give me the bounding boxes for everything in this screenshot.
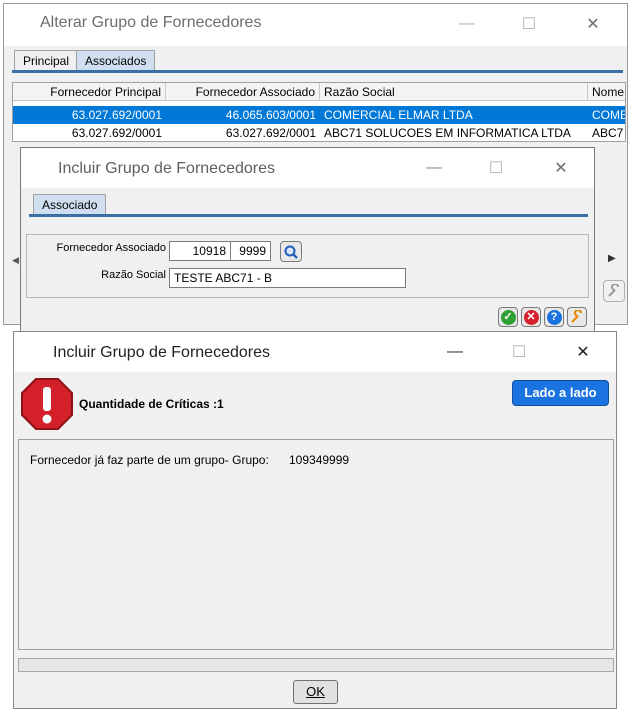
scroll-right-arrow[interactable]: ▶ — [608, 253, 622, 267]
razao-social-label: Razão Social — [101, 269, 166, 281]
help-icon[interactable]: ? — [544, 307, 564, 327]
incluir-form-titlebar: Incluir Grupo de Fornecedores — ☐ ✕ — [21, 148, 594, 188]
minimize-button[interactable]: — — [432, 334, 478, 370]
alterar-titlebar: Alterar Grupo de Fornecedores — ☐ ✕ — [4, 4, 627, 46]
table-cell[interactable]: ABC7 — [588, 124, 625, 141]
incluir-form-window: Incluir Grupo de Fornecedores — ☐ ✕ Asso… — [20, 147, 595, 333]
close-button[interactable]: ✕ — [538, 150, 584, 186]
criticas-titlebar: Incluir Grupo de Fornecedores — ☐ ✕ — [14, 332, 616, 372]
tab-associados[interactable]: Associados — [76, 50, 156, 70]
fornecedor-code-field[interactable]: 10918 — [169, 241, 231, 261]
maximize-button[interactable]: ☐ — [506, 6, 552, 42]
criticas-window: Incluir Grupo de Fornecedores — ☐ ✕ Quan… — [13, 331, 617, 709]
criticas-heading: Quantidade de Críticas :1 — [79, 397, 224, 411]
alterar-title: Alterar Grupo de Fornecedores — [40, 14, 262, 31]
tab-associado[interactable]: Associado — [33, 194, 107, 215]
column-header-nome[interactable]: Nome — [588, 83, 625, 101]
razao-social-field[interactable]: TESTE ABC71 - B — [169, 268, 406, 288]
maximize-button[interactable]: ☐ — [473, 150, 519, 186]
column-header-fornecedor-associado[interactable]: Fornecedor Associado — [166, 83, 320, 101]
critical-warning-icon — [21, 378, 73, 430]
table-cell[interactable]: COMERCIAL ELMAR LTDA — [320, 106, 588, 124]
fornecedor-branch-field[interactable]: 9999 — [230, 241, 271, 261]
critica-message: Fornecedor já faz parte de um grupo- Gru… — [30, 453, 269, 467]
search-icon[interactable] — [280, 241, 302, 262]
minimize-button[interactable]: — — [411, 150, 457, 186]
column-header-fornecedor-principal[interactable]: Fornecedor Principal — [13, 83, 166, 101]
column-header-razao-social[interactable]: Razão Social — [320, 83, 588, 101]
table-cell[interactable]: ABC71 SOLUCOES EM INFORMATICA LTDA — [320, 124, 588, 141]
maximize-button[interactable]: ☐ — [496, 334, 542, 370]
critica-group-value: 109349999 — [289, 453, 350, 467]
table-cell[interactable]: 63.027.692/0001 — [13, 106, 166, 124]
criticas-title: Incluir Grupo de Fornecedores — [53, 344, 270, 361]
ok-button[interactable]: OK — [293, 680, 338, 704]
table-cell[interactable]: 63.027.692/0001 — [13, 124, 166, 141]
fornecedor-associado-label: Fornecedor Associado — [56, 242, 166, 254]
tab-principal[interactable]: Principal — [14, 50, 79, 70]
wrench-icon[interactable] — [603, 280, 625, 302]
incluir-form-title: Incluir Grupo de Fornecedores — [58, 160, 275, 177]
table-cell[interactable]: 63.027.692/0001 — [166, 124, 320, 141]
wrench-icon[interactable] — [567, 307, 587, 327]
criticas-list: Fornecedor já faz parte de um grupo- Gru… — [18, 439, 614, 650]
tab-underline — [12, 70, 623, 73]
close-button[interactable]: ✕ — [570, 6, 616, 42]
table-cell[interactable]: COME — [588, 106, 625, 124]
status-bar — [18, 658, 614, 672]
table-cell[interactable]: 46.065.603/0001 — [166, 106, 320, 124]
minimize-button[interactable]: — — [444, 6, 490, 42]
tab-underline — [29, 214, 588, 217]
associados-table: Fornecedor Principal Fornecedor Associad… — [12, 82, 626, 142]
confirm-icon[interactable]: ✓ — [498, 307, 518, 327]
cancel-icon[interactable]: ✕ — [521, 307, 541, 327]
lado-a-lado-button[interactable]: Lado a lado — [512, 380, 609, 406]
close-button[interactable]: ✕ — [560, 334, 606, 370]
